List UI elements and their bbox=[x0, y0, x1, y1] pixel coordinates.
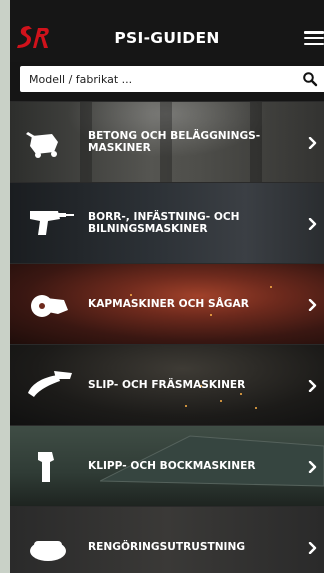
category-betong[interactable]: Betong och beläggnings-maskiner bbox=[10, 101, 324, 182]
angle-grinder-icon bbox=[28, 371, 72, 397]
chevron-right-icon bbox=[308, 218, 317, 230]
hamburger-menu-icon[interactable] bbox=[304, 31, 324, 46]
concrete-mixer-icon bbox=[26, 132, 58, 158]
search-input[interactable] bbox=[20, 66, 290, 92]
app-header: PSI-GUIDEN bbox=[10, 0, 324, 62]
category-label: Kapmaskiner och sågar bbox=[88, 297, 249, 310]
app-screen: PSI-GUIDEN Betong och beläggnings-maskin… bbox=[10, 0, 324, 573]
search-icon[interactable] bbox=[302, 71, 318, 87]
category-label: Borr-, infästning- och bilningsmaskiner bbox=[88, 210, 240, 236]
category-slip[interactable]: Slip- och fräsmaskiner bbox=[10, 344, 324, 425]
category-klipp[interactable]: Klipp- och bockmaskiner bbox=[10, 425, 324, 506]
chevron-right-icon bbox=[308, 542, 317, 554]
chevron-right-icon bbox=[308, 299, 317, 311]
category-label: Klipp- och bockmaskiner bbox=[88, 459, 256, 472]
drill-icon bbox=[30, 211, 74, 235]
page-title: PSI-GUIDEN bbox=[114, 29, 220, 47]
cut-off-saw-icon bbox=[31, 295, 68, 317]
cutter-icon bbox=[38, 452, 54, 482]
category-borr[interactable]: Borr-, infästning- och bilningsmaskiner bbox=[10, 182, 324, 263]
search-bar bbox=[20, 66, 324, 92]
category-label: Slip- och fräsmaskiner bbox=[88, 378, 246, 391]
category-kapmaskiner[interactable]: Kapmaskiner och sågar bbox=[10, 263, 324, 344]
chevron-right-icon bbox=[308, 137, 317, 149]
chevron-right-icon bbox=[308, 380, 317, 392]
chevron-right-icon bbox=[308, 461, 317, 473]
cleaning-machine-icon bbox=[30, 541, 66, 561]
category-rengoring[interactable]: Rengöringsutrustning bbox=[10, 506, 324, 573]
category-label: Betong och beläggnings-maskiner bbox=[88, 129, 261, 155]
category-label: Rengöringsutrustning bbox=[88, 540, 246, 553]
